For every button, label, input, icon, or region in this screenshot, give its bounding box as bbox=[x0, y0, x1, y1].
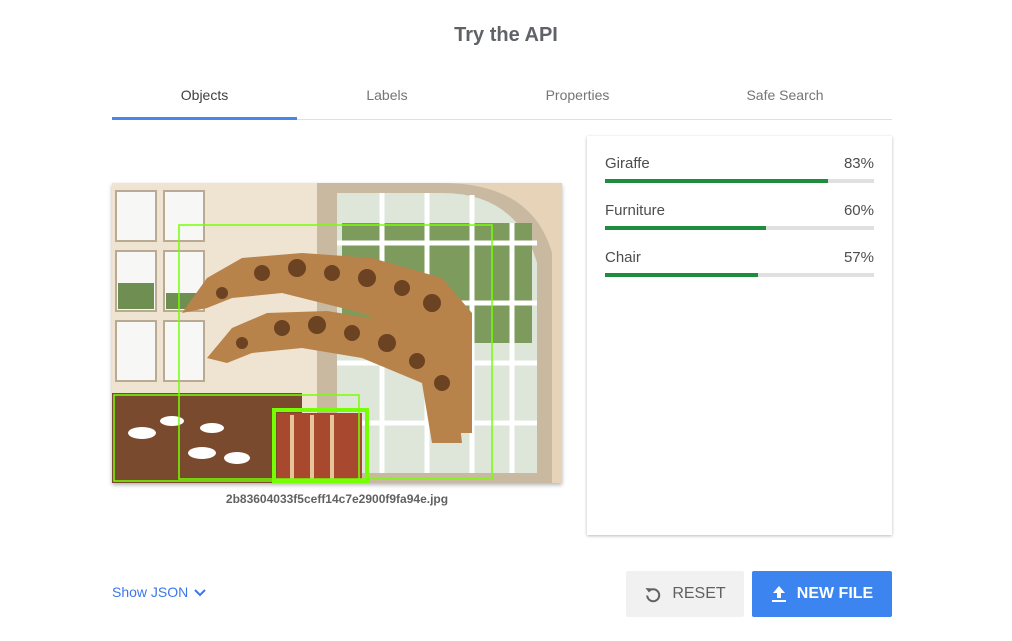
analyzed-image bbox=[112, 183, 562, 483]
result-item: Giraffe 83% bbox=[605, 154, 874, 183]
score-bar-fill bbox=[605, 179, 829, 183]
tab-bar: Objects Labels Properties Safe Search bbox=[112, 70, 892, 120]
result-item: Chair 57% bbox=[605, 248, 874, 277]
result-label: Chair bbox=[605, 249, 641, 266]
new-file-button[interactable]: NEW FILE bbox=[752, 571, 892, 617]
results-card: Giraffe 83% Furniture 60% Chair 57% bbox=[587, 136, 892, 535]
result-score: 83% bbox=[843, 155, 874, 172]
result-label: Giraffe bbox=[605, 155, 650, 172]
score-bar bbox=[605, 273, 874, 277]
show-json-label: Show JSON bbox=[112, 584, 189, 600]
result-score: 60% bbox=[843, 202, 874, 219]
score-bar-fill bbox=[605, 226, 767, 230]
reset-icon bbox=[644, 585, 662, 603]
tab-objects[interactable]: Objects bbox=[112, 70, 297, 120]
result-label: Furniture bbox=[605, 202, 666, 219]
tab-properties[interactable]: Properties bbox=[477, 70, 678, 119]
score-bar-fill bbox=[605, 273, 759, 277]
tab-labels[interactable]: Labels bbox=[297, 70, 477, 119]
new-file-label: NEW FILE bbox=[796, 585, 874, 602]
result-item: Furniture 60% bbox=[605, 201, 874, 230]
giraffe-photo bbox=[112, 183, 562, 483]
reset-button[interactable]: RESET bbox=[626, 571, 744, 617]
show-json-toggle[interactable]: Show JSON bbox=[112, 584, 206, 600]
chevron-down-icon bbox=[194, 584, 206, 600]
tab-safe-search[interactable]: Safe Search bbox=[678, 70, 892, 119]
image-filename: 2b83604033f5ceff14c7e2900f9fa94e.jpg bbox=[225, 492, 449, 506]
page-title: Try the API bbox=[454, 24, 558, 46]
reset-label: RESET bbox=[672, 585, 726, 602]
upload-icon bbox=[771, 585, 787, 603]
result-score: 57% bbox=[843, 249, 874, 266]
score-bar bbox=[605, 226, 874, 230]
score-bar bbox=[605, 179, 874, 183]
